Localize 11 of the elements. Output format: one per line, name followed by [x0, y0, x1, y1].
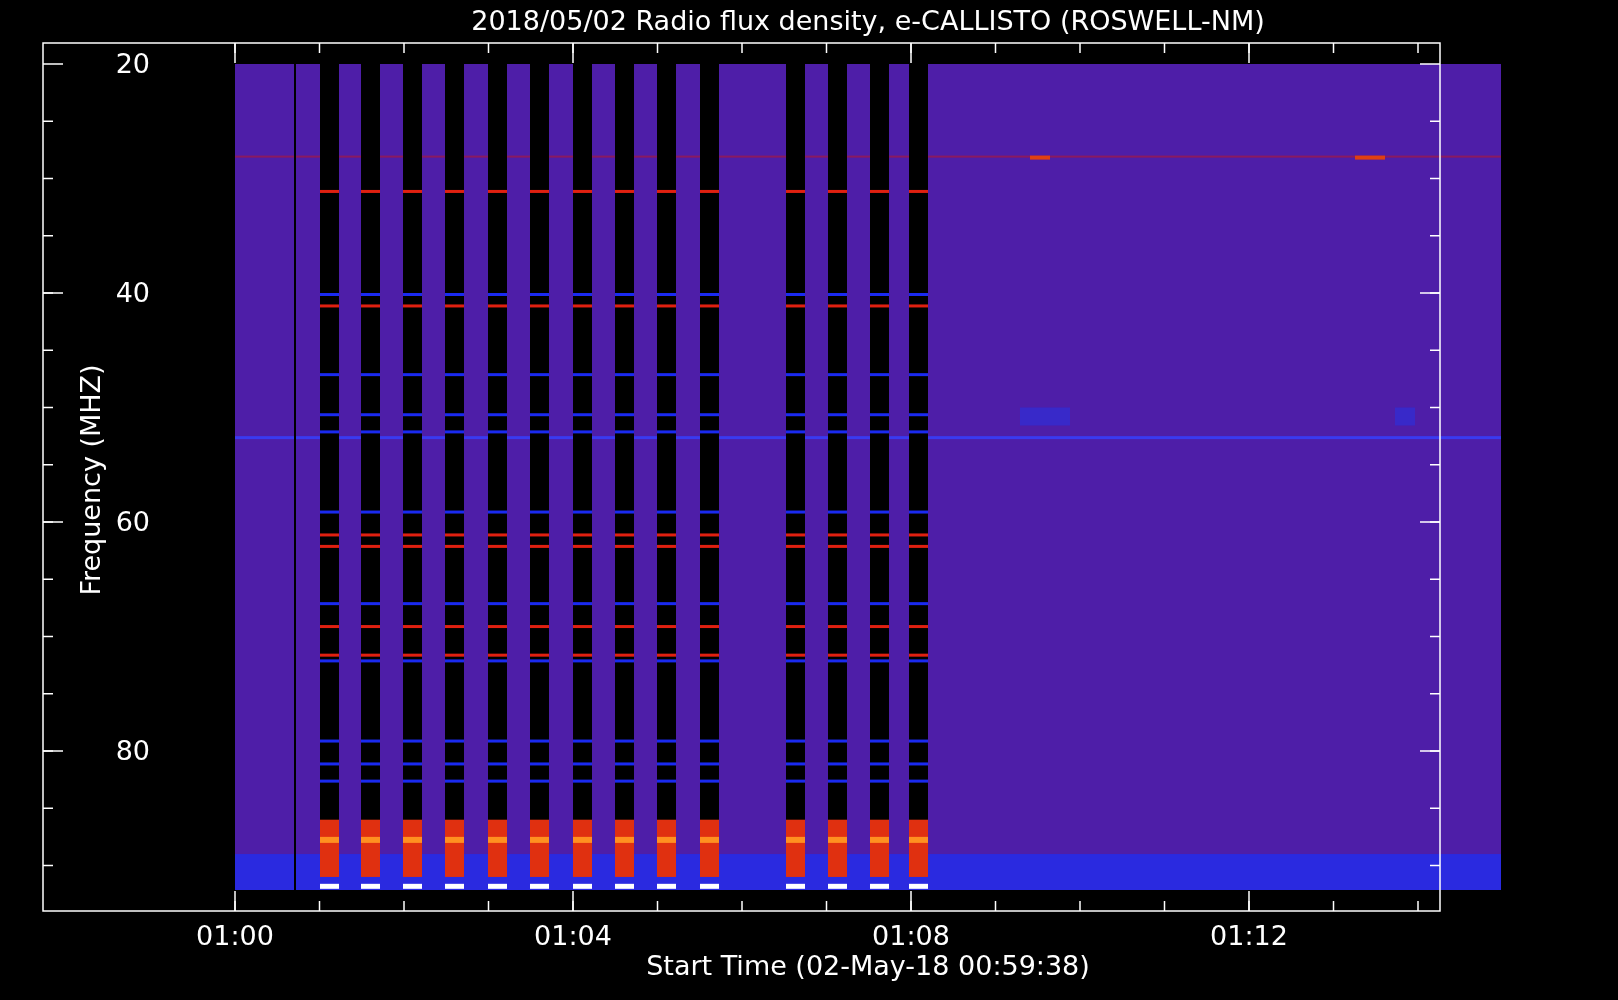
x-tick-label: 01:08: [872, 920, 950, 951]
y-tick-label: 60: [115, 506, 150, 537]
x-tick-label: 01:04: [534, 920, 612, 951]
x-axis-label: Start Time (02-May-18 00:59:38): [646, 950, 1090, 981]
chart-title: 2018/05/02 Radio flux density, e-CALLISTO (ROSWELL-NM): [471, 5, 1265, 36]
y-axis-label: Frequency (MHZ): [75, 364, 106, 596]
y-tick-label: 20: [115, 48, 150, 79]
x-tick-label: 01:12: [1210, 920, 1288, 951]
y-tick-label: 40: [115, 277, 150, 308]
x-tick-label: 01:00: [196, 920, 274, 951]
y-tick-label: 80: [115, 735, 150, 766]
